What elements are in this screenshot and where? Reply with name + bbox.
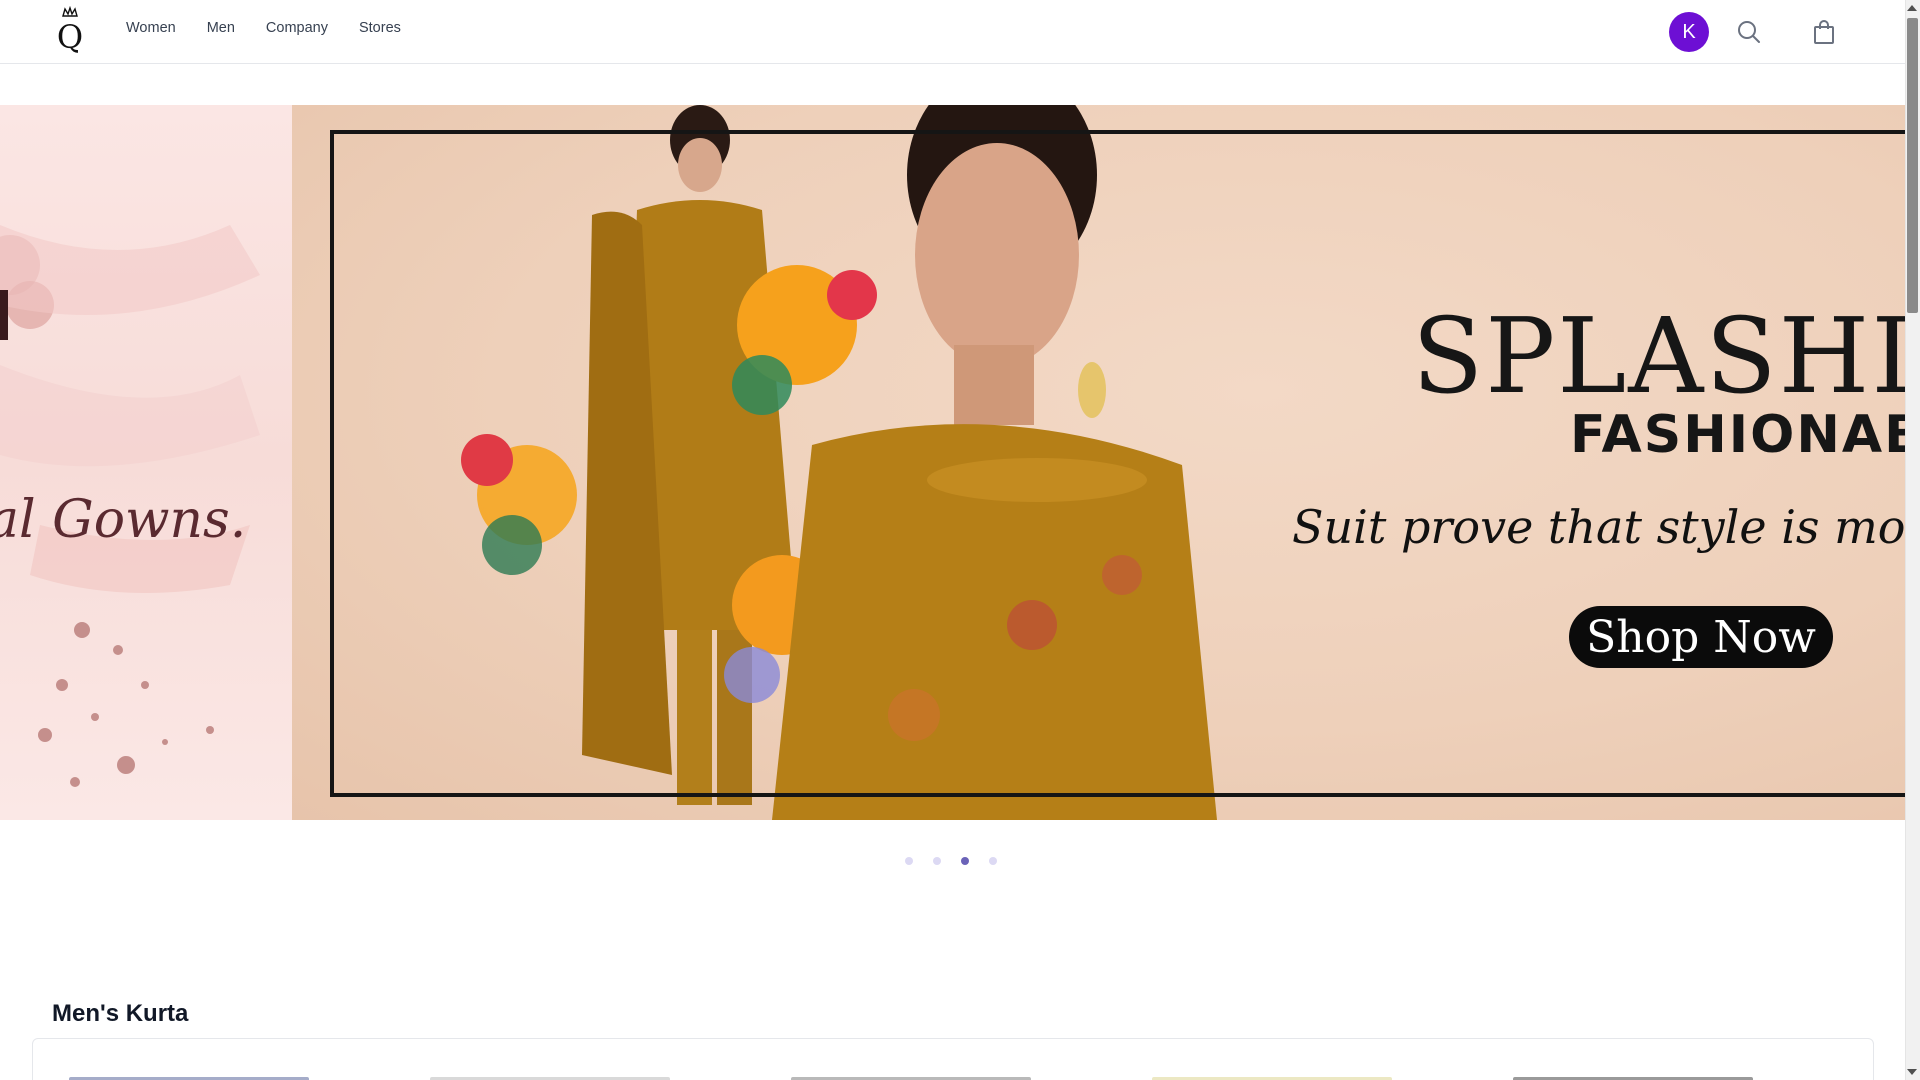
vertical-scrollbar[interactable]	[1905, 0, 1920, 1080]
main-nav: Women Men Company Stores	[126, 20, 432, 36]
nav-men[interactable]: Men	[207, 20, 235, 36]
carousel-dot-4[interactable]	[989, 857, 997, 865]
hero-carousel[interactable]: al Gowns. SPLASHI FASHIONA Suit prove th…	[0, 105, 1905, 820]
carousel-dot-3[interactable]	[961, 857, 969, 865]
logo[interactable]: Q	[52, 6, 88, 56]
product-carousel	[32, 1038, 1874, 1080]
carousel-indicators	[905, 857, 997, 865]
nav-women[interactable]: Women	[126, 20, 176, 36]
hero-tagline: Suit prove that style is more about (	[1292, 500, 1905, 554]
scroll-down-arrow-icon[interactable]	[1907, 1069, 1917, 1075]
hero-subtitle: FASHIONABL	[1570, 405, 1905, 465]
scroll-thumb[interactable]	[1907, 18, 1918, 313]
search-icon[interactable]	[1735, 18, 1763, 46]
site-header: Q Women Men Company Stores K	[0, 0, 1905, 64]
previous-slide-peek: al Gowns.	[0, 105, 292, 820]
svg-text:Q: Q	[57, 18, 83, 56]
page: Q Women Men Company Stores K al Gowns. S…	[0, 0, 1920, 1080]
hero-slide: SPLASHING FASHIONABL Suit prove that sty…	[292, 105, 1905, 820]
hero-title: SPLASHING	[1412, 295, 1905, 417]
shop-now-button[interactable]: Shop Now	[1569, 606, 1833, 668]
user-avatar[interactable]: K	[1669, 12, 1709, 52]
previous-slide-text: al Gowns.	[0, 490, 247, 550]
nav-company[interactable]: Company	[266, 20, 328, 36]
section-title: Men's Kurta	[52, 1000, 189, 1027]
nav-stores[interactable]: Stores	[359, 20, 401, 36]
carousel-dot-1[interactable]	[905, 857, 913, 865]
carousel-dot-2[interactable]	[933, 857, 941, 865]
shopping-bag-icon[interactable]	[1810, 18, 1838, 46]
scroll-up-arrow-icon[interactable]	[1907, 5, 1917, 11]
header-actions: K	[1605, 0, 1905, 64]
floral-splash-decoration	[0, 225, 260, 787]
